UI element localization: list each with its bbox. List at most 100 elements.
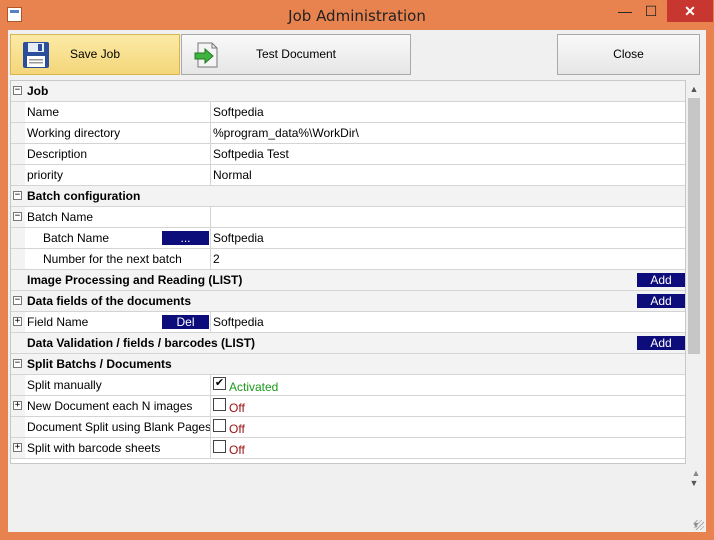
category-row[interactable]: − Job [11, 81, 685, 102]
property-grid-scrollbar[interactable]: ▲ ▼ [687, 80, 701, 488]
add-button[interactable]: Add [637, 273, 685, 287]
category-label: Image Processing and Reading (LIST) [27, 273, 243, 287]
property-value[interactable]: %program_data%\WorkDir\ [213, 123, 359, 143]
property-label: Split with barcode sheets [27, 441, 161, 455]
title-bar[interactable]: Job Administration — ☐ ✕ [0, 0, 714, 30]
property-row[interactable]: Name Softpedia [11, 102, 685, 123]
row-gutter [11, 144, 25, 164]
property-row[interactable]: Description Softpedia Test [11, 144, 685, 165]
category-label: Data Validation / fields / barcodes (LIS… [27, 336, 256, 350]
scroll-thumb[interactable] [688, 98, 700, 354]
checkbox-state: Activated [229, 380, 279, 394]
test-document-label: Test Document [255, 47, 337, 61]
column-divider[interactable] [210, 123, 211, 143]
window-title: Job Administration [288, 7, 426, 25]
property-row[interactable]: priority Normal [11, 165, 685, 186]
collapse-icon[interactable]: − [13, 359, 22, 368]
category-label: Split Batchs / Documents [27, 357, 172, 371]
column-divider[interactable] [210, 375, 211, 395]
property-row[interactable]: Working directory %program_data%\WorkDir\ [11, 123, 685, 144]
row-gutter [11, 228, 25, 248]
property-value[interactable]: Softpedia [213, 228, 264, 248]
resize-grip-icon[interactable] [694, 520, 704, 530]
property-value[interactable]: Softpedia [213, 102, 264, 122]
category-row[interactable]: Data Validation / fields / barcodes (LIS… [11, 333, 685, 354]
expand-icon[interactable]: + [13, 443, 22, 452]
column-divider[interactable] [210, 102, 211, 122]
property-row[interactable]: Number for the next batch 2 [11, 249, 685, 270]
category-row[interactable]: − Batch configuration [11, 186, 685, 207]
window-scroll-up-arrow-icon[interactable]: ▲ [689, 466, 703, 480]
property-row[interactable]: Document Split using Blank Pages Off [11, 417, 685, 438]
property-label: priority [27, 168, 64, 182]
column-divider[interactable] [210, 207, 211, 227]
expand-icon[interactable]: + [13, 317, 22, 326]
property-grid[interactable]: − Job Name Softpedia Working directory %progr… [10, 80, 686, 464]
property-row[interactable]: Split manually ✔ Activated [11, 375, 685, 396]
property-value[interactable]: Normal [213, 165, 252, 185]
row-gutter [11, 165, 25, 185]
property-row[interactable]: Batch Name... Softpedia [11, 228, 685, 249]
property-label: Number for the next batch [43, 252, 182, 266]
property-label: Document Split using Blank Pages [27, 420, 212, 434]
column-divider[interactable] [210, 417, 211, 437]
property-label: Batch Name [43, 231, 110, 245]
row-gutter [11, 417, 25, 437]
save-job-button[interactable]: Save Job [10, 34, 180, 75]
category-label: Batch configuration [27, 189, 141, 203]
column-divider[interactable] [210, 438, 211, 458]
client-area: Save Job Test Document Close − Job Name Sof… [8, 30, 706, 532]
checkbox-state: Off [229, 401, 245, 415]
row-gutter [11, 333, 25, 353]
category-row[interactable]: Image Processing and Reading (LIST) Add [11, 270, 685, 291]
column-divider[interactable] [210, 312, 211, 332]
close-button[interactable]: Close [557, 34, 700, 75]
property-label: Description [27, 147, 88, 161]
job-administration-window: Job Administration — ☐ ✕ Save Job Test D… [0, 0, 714, 540]
checkbox[interactable]: ✔ [213, 377, 226, 390]
category-label: Data fields of the documents [27, 294, 192, 308]
category-row[interactable]: − Data fields of the documents Add [11, 291, 685, 312]
minimize-button[interactable]: — [612, 0, 638, 22]
property-label: Field Name [27, 315, 89, 329]
column-divider[interactable] [210, 228, 211, 248]
add-button[interactable]: Add [637, 336, 685, 350]
property-value[interactable]: Softpedia [213, 312, 264, 332]
property-row[interactable]: + Split with barcode sheets Off [11, 438, 685, 459]
row-gutter [11, 270, 25, 290]
close-label: Close [613, 47, 644, 61]
test-document-button[interactable]: Test Document [181, 34, 411, 75]
property-row[interactable]: + New Document each N images Off [11, 396, 685, 417]
property-row[interactable]: − Batch Name [11, 207, 685, 228]
row-gutter [11, 375, 25, 395]
collapse-icon[interactable]: − [13, 296, 22, 305]
column-divider[interactable] [210, 165, 211, 185]
property-row[interactable]: + Field Name Del Softpedia [11, 312, 685, 333]
delete-button[interactable]: Del [162, 315, 209, 329]
column-divider[interactable] [210, 249, 211, 269]
scroll-up-arrow-icon[interactable]: ▲ [687, 82, 701, 96]
collapse-icon[interactable]: − [13, 86, 22, 95]
window-close-button[interactable]: ✕ [667, 0, 713, 22]
property-value[interactable]: 2 [213, 249, 220, 269]
checkbox[interactable] [213, 440, 226, 453]
row-gutter [11, 123, 25, 143]
row-gutter [11, 102, 25, 122]
expand-icon[interactable]: + [13, 401, 22, 410]
collapse-icon[interactable]: − [13, 212, 22, 221]
document-arrow-icon [194, 42, 218, 68]
property-label: Working directory [27, 126, 121, 140]
property-value[interactable]: Softpedia Test [213, 144, 289, 164]
category-row[interactable]: − Split Batchs / Documents [11, 354, 685, 375]
floppy-disk-icon [23, 42, 49, 68]
maximize-button[interactable]: ☐ [638, 0, 664, 22]
column-divider[interactable] [210, 144, 211, 164]
property-label: Name [27, 105, 60, 119]
add-button[interactable]: Add [637, 294, 685, 308]
browse-button[interactable]: ... [162, 231, 209, 245]
category-label: Job [27, 84, 49, 98]
checkbox[interactable] [213, 419, 226, 432]
checkbox[interactable] [213, 398, 226, 411]
column-divider[interactable] [210, 396, 211, 416]
collapse-icon[interactable]: − [13, 191, 22, 200]
